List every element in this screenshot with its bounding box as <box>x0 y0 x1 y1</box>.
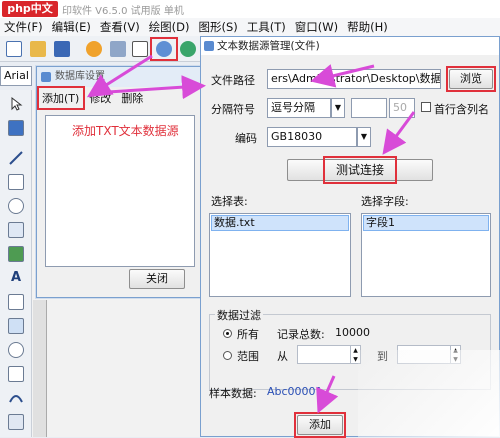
arrow-to-dialog <box>107 75 206 100</box>
arrow-to-add-button <box>316 375 339 414</box>
annotation-arrows <box>86 54 416 414</box>
arrow-to-test <box>382 111 416 155</box>
arrow-to-browse <box>310 64 375 88</box>
